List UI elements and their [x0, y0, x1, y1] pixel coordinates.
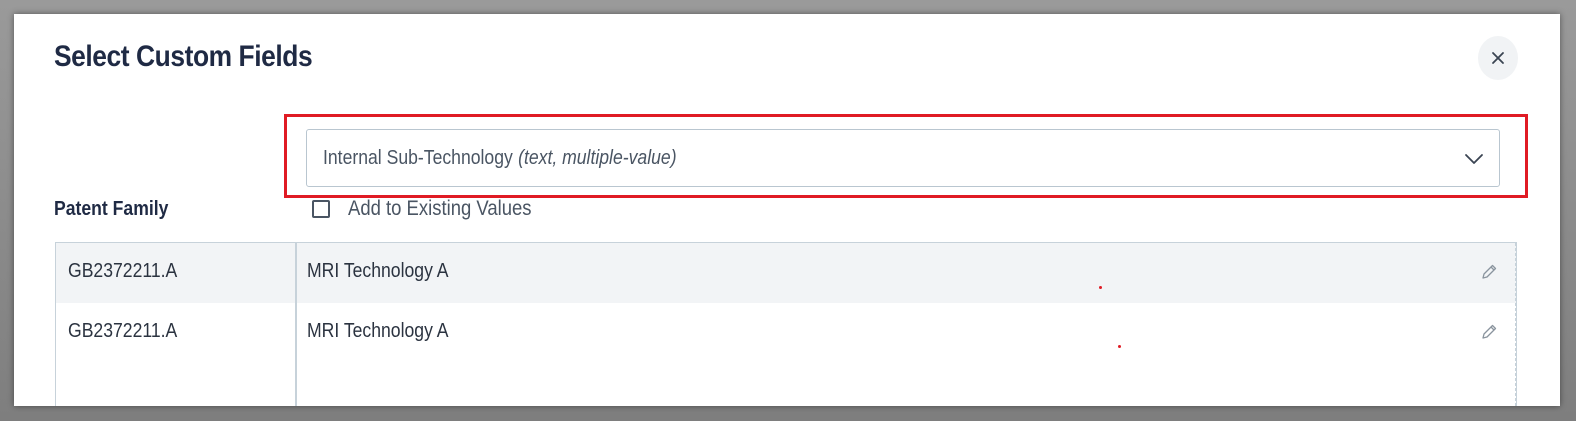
table-row: GB2372211.A MRI Technology A: [56, 243, 1516, 303]
custom-field-select-value: Internal Sub-Technology (text, multiple-v…: [323, 147, 677, 170]
screenshot-frame: Select Custom Fields Internal Sub-Techno…: [0, 0, 1576, 421]
custom-field-select[interactable]: Internal Sub-Technology (text, multiple-v…: [306, 129, 1500, 187]
column-divider: [295, 243, 297, 406]
cursor-dot: [1099, 286, 1102, 289]
patent-family-cell: GB2372211.A: [68, 260, 178, 282]
selected-field-name: Internal Sub-Technology: [323, 146, 513, 169]
custom-field-values-table: GB2372211.A MRI Technology A GB2372211.A…: [55, 242, 1517, 406]
cursor-dot: [1118, 345, 1121, 348]
add-to-existing-values-checkbox[interactable]: [312, 200, 330, 218]
add-to-existing-values-option[interactable]: Add to Existing Values: [312, 197, 557, 221]
select-custom-fields-dialog: Select Custom Fields Internal Sub-Techno…: [14, 14, 1560, 406]
close-button[interactable]: [1478, 36, 1518, 80]
pencil-icon[interactable]: [1480, 323, 1498, 341]
close-icon: [1492, 52, 1504, 64]
dialog-title: Select Custom Fields: [54, 40, 313, 73]
table-row: GB2372211.A MRI Technology A: [56, 303, 1516, 363]
add-to-existing-values-label: Add to Existing Values: [348, 197, 532, 220]
field-value-cell[interactable]: MRI Technology A: [307, 320, 449, 343]
field-value-cell[interactable]: MRI Technology A: [307, 260, 449, 283]
patent-family-column-label: Patent Family: [54, 198, 169, 220]
table-right-border: [1515, 243, 1516, 406]
chevron-down-icon: [1465, 154, 1483, 164]
selected-field-type: (text, multiple-value): [518, 146, 677, 169]
pencil-icon[interactable]: [1480, 263, 1498, 281]
patent-family-cell: GB2372211.A: [68, 320, 178, 342]
